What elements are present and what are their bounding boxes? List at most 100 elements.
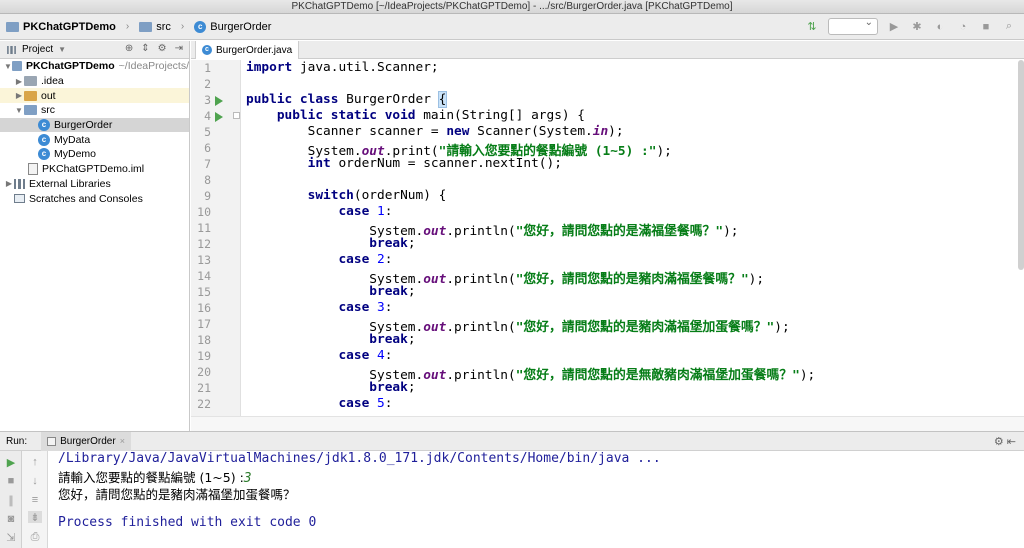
collapse-icon[interactable]: ⇕ xyxy=(141,43,149,54)
run-class-icon[interactable] xyxy=(215,96,223,106)
project-panel-header: Project ▼ ⊕ ⇕ ⚙ ⇥ xyxy=(0,41,189,59)
line-number: 9 xyxy=(204,189,211,203)
tree-item-idea[interactable]: ▶ .idea xyxy=(0,74,189,89)
breadcrumb-folder[interactable]: src xyxy=(156,21,171,33)
line-number: 7 xyxy=(204,157,211,171)
camera-icon[interactable]: ◙ xyxy=(4,513,18,525)
code-line: public class BurgerOrder { xyxy=(246,91,448,108)
exit-icon[interactable]: ⇲ xyxy=(4,531,18,544)
breadcrumb-file[interactable]: BurgerOrder xyxy=(210,21,271,33)
tree-item-label: MyDemo xyxy=(54,148,97,161)
tree-item-src[interactable]: ▼ src xyxy=(0,103,189,118)
expand-arrow-icon[interactable]: ▼ xyxy=(14,106,24,115)
folder-icon xyxy=(24,76,37,87)
run-main-icon[interactable] xyxy=(215,112,223,122)
locate-icon[interactable]: ⊕ xyxy=(125,43,133,54)
hide-icon[interactable]: ⇥ xyxy=(175,43,183,54)
gear-icon[interactable]: ⚙ ⇤ xyxy=(994,435,1016,448)
tree-item-label: .idea xyxy=(41,75,64,88)
editor-bottom-strip xyxy=(191,416,1024,431)
tree-item-mydemo[interactable]: c MyDemo xyxy=(0,147,189,162)
line-number: 22 xyxy=(197,397,211,411)
line-number: 8 xyxy=(204,173,211,187)
code-line: case 3: xyxy=(338,300,393,315)
search-icon[interactable]: ⌕ xyxy=(1002,20,1016,34)
code-line: break; xyxy=(369,284,416,299)
tree-item-scratches[interactable]: Scratches and Consoles xyxy=(0,191,189,206)
fold-icon[interactable] xyxy=(233,112,240,119)
print-icon[interactable]: ⎙ xyxy=(28,531,42,543)
window-title-bar: PKChatGPTDemo [~/IdeaProjects/PKChatGPTD… xyxy=(0,0,1024,14)
tree-item-label: src xyxy=(41,104,55,117)
tree-item-iml[interactable]: PKChatGPTDemo.iml xyxy=(0,162,189,177)
tab-burgerorder-java[interactable]: c BurgerOrder.java xyxy=(195,41,300,59)
scrollbar-thumb[interactable] xyxy=(1018,60,1024,270)
run-tab-label: BurgerOrder xyxy=(60,435,116,447)
tab-run-burgerorder[interactable]: BurgerOrder × xyxy=(41,431,131,451)
rerun-icon[interactable]: ▶ xyxy=(4,456,18,469)
code-line: switch(orderNum) { xyxy=(307,188,447,203)
profile-icon[interactable]: ◔ xyxy=(956,20,970,34)
library-icon xyxy=(14,178,25,189)
code-line: case 1: xyxy=(338,204,393,219)
code-line: case 2: xyxy=(338,252,393,267)
editor-scrollbar[interactable] xyxy=(1016,60,1024,416)
console-output-line: 您好，請問您點的是豬肉滿福堡加蛋餐嗎？ xyxy=(58,487,296,502)
line-number: 5 xyxy=(204,125,211,139)
folder-icon xyxy=(24,105,37,116)
iml-file-icon xyxy=(28,163,38,176)
project-panel-title[interactable]: Project xyxy=(22,44,53,55)
tree-item-mydata[interactable]: c MyData xyxy=(0,132,189,147)
class-icon: c xyxy=(38,148,50,161)
scroll-to-end-icon[interactable]: ⇟ xyxy=(28,511,42,524)
debug-icon[interactable]: ✱ xyxy=(910,20,924,34)
arrow-down-icon[interactable]: ↓ xyxy=(28,475,42,487)
tree-item-burgerorder[interactable]: c BurgerOrder xyxy=(0,117,189,133)
tree-item-label: External Libraries xyxy=(29,177,111,190)
tree-item-external-libraries[interactable]: ▶ External Libraries xyxy=(0,177,189,192)
tree-item-label: PKChatGPTDemo xyxy=(25,60,115,73)
code-editor[interactable]: 1 2 3 4 5 6 7 8 9 10 11 12 13 14 15 16 1… xyxy=(191,60,1024,416)
coverage-icon[interactable]: ◐ xyxy=(933,20,947,34)
gear-icon[interactable]: ⚙ xyxy=(158,43,167,54)
tree-item-label: Scratches and Consoles xyxy=(29,192,143,205)
line-number: 18 xyxy=(197,333,211,347)
project-panel: Project ▼ ⊕ ⇕ ⚙ ⇥ ▼ PKChatGPTDemo ~/Idea… xyxy=(0,41,190,431)
class-icon: c xyxy=(38,119,50,132)
run-configuration-dropdown[interactable] xyxy=(828,17,878,35)
class-icon: c xyxy=(194,20,207,33)
soft-wrap-icon[interactable]: ≡ xyxy=(28,494,42,506)
console-exit-line: Process finished with exit code 0 xyxy=(58,515,317,530)
tree-item-project-root[interactable]: ▼ PKChatGPTDemo ~/IdeaProjects/ xyxy=(0,59,189,74)
run-panel-header: Run: BurgerOrder × ⚙ ⇤ xyxy=(0,431,1024,451)
collapse-arrow-icon[interactable]: ▶ xyxy=(14,91,24,100)
pause-icon[interactable]: ∥ xyxy=(4,494,18,507)
project-view-icon xyxy=(7,45,16,54)
line-number: 13 xyxy=(197,253,211,267)
code-line: public static void main(String[] args) { xyxy=(276,108,586,123)
stop-icon[interactable]: ■ xyxy=(979,20,993,34)
chevron-down-icon[interactable]: ▼ xyxy=(58,45,66,54)
collapse-arrow-icon[interactable]: ▶ xyxy=(14,77,24,86)
toolbar-right: ⇅ ▶ ✱ ◐ ◔ ■ ⌕ xyxy=(805,17,1016,35)
tree-item-label: MyData xyxy=(54,133,91,146)
build-icon[interactable]: ⇅ xyxy=(805,20,819,34)
tree-item-label: out xyxy=(41,89,56,102)
expand-arrow-icon[interactable]: ▼ xyxy=(4,62,12,71)
run-console[interactable]: /Library/Java/JavaVirtualMachines/jdk1.8… xyxy=(48,451,1024,548)
collapse-arrow-icon[interactable]: ▶ xyxy=(4,179,14,188)
tree-item-out[interactable]: ▶ out xyxy=(0,88,189,104)
run-icon[interactable]: ▶ xyxy=(887,20,901,34)
line-number: 19 xyxy=(197,349,211,363)
breadcrumb-project[interactable]: PKChatGPTDemo xyxy=(23,21,116,33)
stop-icon[interactable]: ■ xyxy=(4,475,18,487)
breadcrumb-separator-icon: › xyxy=(180,21,185,32)
line-number: 20 xyxy=(197,365,211,379)
console-command-line: /Library/Java/JavaVirtualMachines/jdk1.8… xyxy=(58,451,661,466)
tree-item-path: ~/IdeaProjects/ xyxy=(118,60,189,73)
line-number: 21 xyxy=(197,381,211,395)
code-line: break; xyxy=(369,332,416,347)
line-number: 16 xyxy=(197,301,211,315)
close-icon[interactable]: × xyxy=(120,436,125,446)
arrow-up-icon[interactable]: ↑ xyxy=(28,456,42,468)
